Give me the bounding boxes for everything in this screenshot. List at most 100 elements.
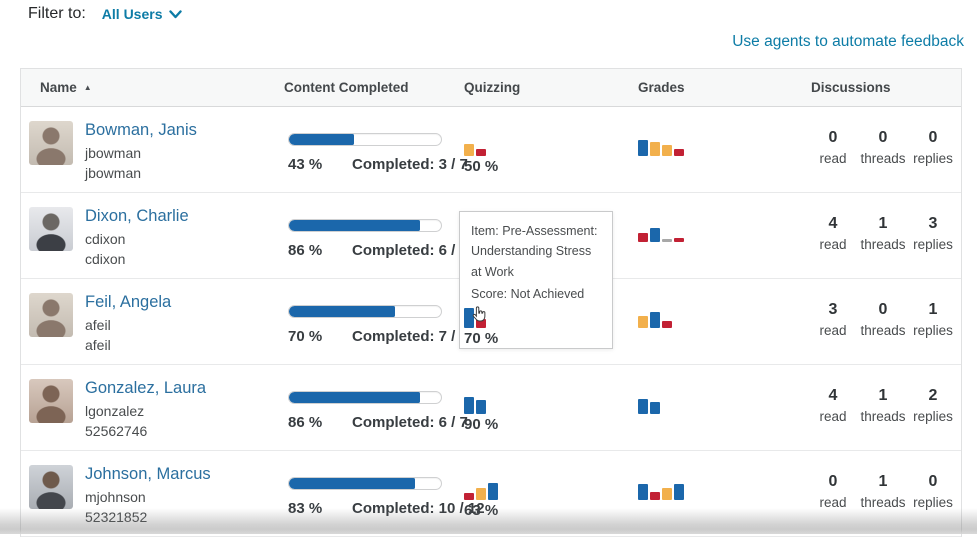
read-stat: 0 read — [808, 129, 858, 166]
quizzing-chart[interactable] — [464, 134, 486, 156]
content-percent: 86 % — [288, 242, 322, 259]
read-stat: 4 read — [808, 387, 858, 424]
content-completed-ratio: Completed: 3 / 7 — [352, 156, 468, 173]
table-header: Name ▲ Content Completed Quizzing Grades… — [21, 69, 961, 107]
student-name-link[interactable]: Bowman, Janis — [85, 121, 197, 140]
discussion-stats: 4 read 1 threads 2 replies — [808, 387, 958, 424]
student-name-link[interactable]: Johnson, Marcus — [85, 465, 211, 484]
content-progress-bar[interactable] — [288, 391, 442, 404]
read-stat: 4 read — [808, 215, 858, 252]
threads-label: threads — [858, 495, 908, 510]
replies-count: 2 — [908, 387, 958, 405]
threads-label: threads — [858, 151, 908, 166]
replies-count: 3 — [908, 215, 958, 233]
read-label: read — [808, 323, 858, 338]
quizzing-chart[interactable] — [464, 392, 486, 414]
threads-count: 0 — [858, 301, 908, 319]
grades-chart[interactable] — [638, 134, 684, 156]
threads-label: threads — [858, 323, 908, 338]
content-progress-fill — [289, 392, 420, 403]
content-progress-bar[interactable] — [288, 133, 442, 146]
avatar — [29, 379, 73, 423]
replies-count: 0 — [908, 473, 958, 491]
read-count: 0 — [808, 129, 858, 147]
threads-label: threads — [858, 237, 908, 252]
read-label: read — [808, 409, 858, 424]
threads-count: 0 — [858, 129, 908, 147]
org-defined-id: cdixon — [85, 251, 125, 267]
table-row: Gonzalez, Laura lgonzalez 52562746 86 % … — [21, 365, 961, 451]
grades-chart[interactable] — [638, 478, 684, 500]
org-defined-id: afeil — [85, 337, 111, 353]
grades-chart[interactable] — [638, 306, 672, 328]
content-completed-ratio: Completed: 6 / 7 — [352, 242, 468, 259]
filter-bar: Filter to: All Users — [28, 5, 182, 23]
org-defined-id: 52562746 — [85, 423, 147, 439]
content-progress-bar[interactable] — [288, 477, 442, 490]
content-progress-fill — [289, 306, 395, 317]
read-label: read — [808, 237, 858, 252]
sort-ascending-icon: ▲ — [84, 83, 92, 92]
threads-stat: 0 threads — [858, 129, 908, 166]
grades-column-header: Grades — [638, 80, 685, 95]
replies-label: replies — [908, 151, 958, 166]
read-count: 4 — [808, 215, 858, 233]
avatar — [29, 465, 73, 509]
quizzing-chart[interactable] — [464, 478, 498, 500]
student-name-link[interactable]: Gonzalez, Laura — [85, 379, 206, 398]
content-progress-bar[interactable] — [288, 305, 442, 318]
replies-label: replies — [908, 323, 958, 338]
org-defined-id: jbowman — [85, 165, 141, 181]
threads-count: 1 — [858, 215, 908, 233]
quizzing-percent: 70 % — [464, 330, 498, 347]
automate-feedback-link[interactable]: Use agents to automate feedback — [732, 33, 964, 51]
threads-stat: 1 threads — [858, 215, 908, 252]
username: lgonzalez — [85, 403, 144, 419]
discussions-column-header: Discussions — [811, 80, 891, 95]
replies-stat: 0 replies — [908, 129, 958, 166]
all-users-dropdown-value: All Users — [102, 6, 163, 22]
replies-stat: 3 replies — [908, 215, 958, 252]
replies-count: 0 — [908, 129, 958, 147]
content-percent: 70 % — [288, 328, 322, 345]
discussion-stats: 0 read 0 threads 0 replies — [808, 129, 958, 166]
all-users-dropdown[interactable]: All Users — [102, 6, 182, 22]
discussion-stats: 0 read 1 threads 0 replies — [808, 473, 958, 510]
filter-label: Filter to: — [28, 5, 86, 23]
replies-stat: 2 replies — [908, 387, 958, 424]
grades-chart[interactable] — [638, 220, 684, 242]
tooltip-score-text: Score: Not Achieved — [471, 284, 601, 304]
discussion-stats: 3 read 0 threads 1 replies — [808, 301, 958, 338]
read-stat: 0 read — [808, 473, 858, 510]
table-row: Bowman, Janis jbowman jbowman 43 % Compl… — [21, 107, 961, 193]
name-column-header[interactable]: Name ▲ — [40, 80, 92, 95]
quizzing-percent: 63 % — [464, 502, 498, 519]
content-completed-ratio: Completed: 7 / 10 — [352, 328, 476, 345]
cursor-hand-icon — [470, 305, 487, 324]
avatar — [29, 207, 73, 251]
student-name-link[interactable]: Feil, Angela — [85, 293, 171, 312]
content-progress-bar[interactable] — [288, 219, 442, 232]
username: jbowman — [85, 145, 141, 161]
content-completed-column-header: Content Completed — [284, 80, 409, 95]
quizzing-percent: 50 % — [464, 158, 498, 175]
threads-label: threads — [858, 409, 908, 424]
content-progress-fill — [289, 478, 415, 489]
threads-stat: 1 threads — [858, 473, 908, 510]
content-completed-ratio: Completed: 6 / 7 — [352, 414, 468, 431]
avatar — [29, 121, 73, 165]
threads-count: 1 — [858, 473, 908, 491]
threads-stat: 0 threads — [858, 301, 908, 338]
read-count: 3 — [808, 301, 858, 319]
content-percent: 43 % — [288, 156, 322, 173]
read-count: 0 — [808, 473, 858, 491]
chevron-down-icon — [169, 10, 182, 19]
discussion-stats: 4 read 1 threads 3 replies — [808, 215, 958, 252]
read-count: 4 — [808, 387, 858, 405]
grades-chart[interactable] — [638, 392, 660, 414]
read-stat: 3 read — [808, 301, 858, 338]
content-progress-fill — [289, 134, 354, 145]
student-name-link[interactable]: Dixon, Charlie — [85, 207, 189, 226]
tooltip-item-text: Item: Pre-Assessment: Understanding Stre… — [471, 221, 601, 282]
org-defined-id: 52321852 — [85, 509, 147, 525]
